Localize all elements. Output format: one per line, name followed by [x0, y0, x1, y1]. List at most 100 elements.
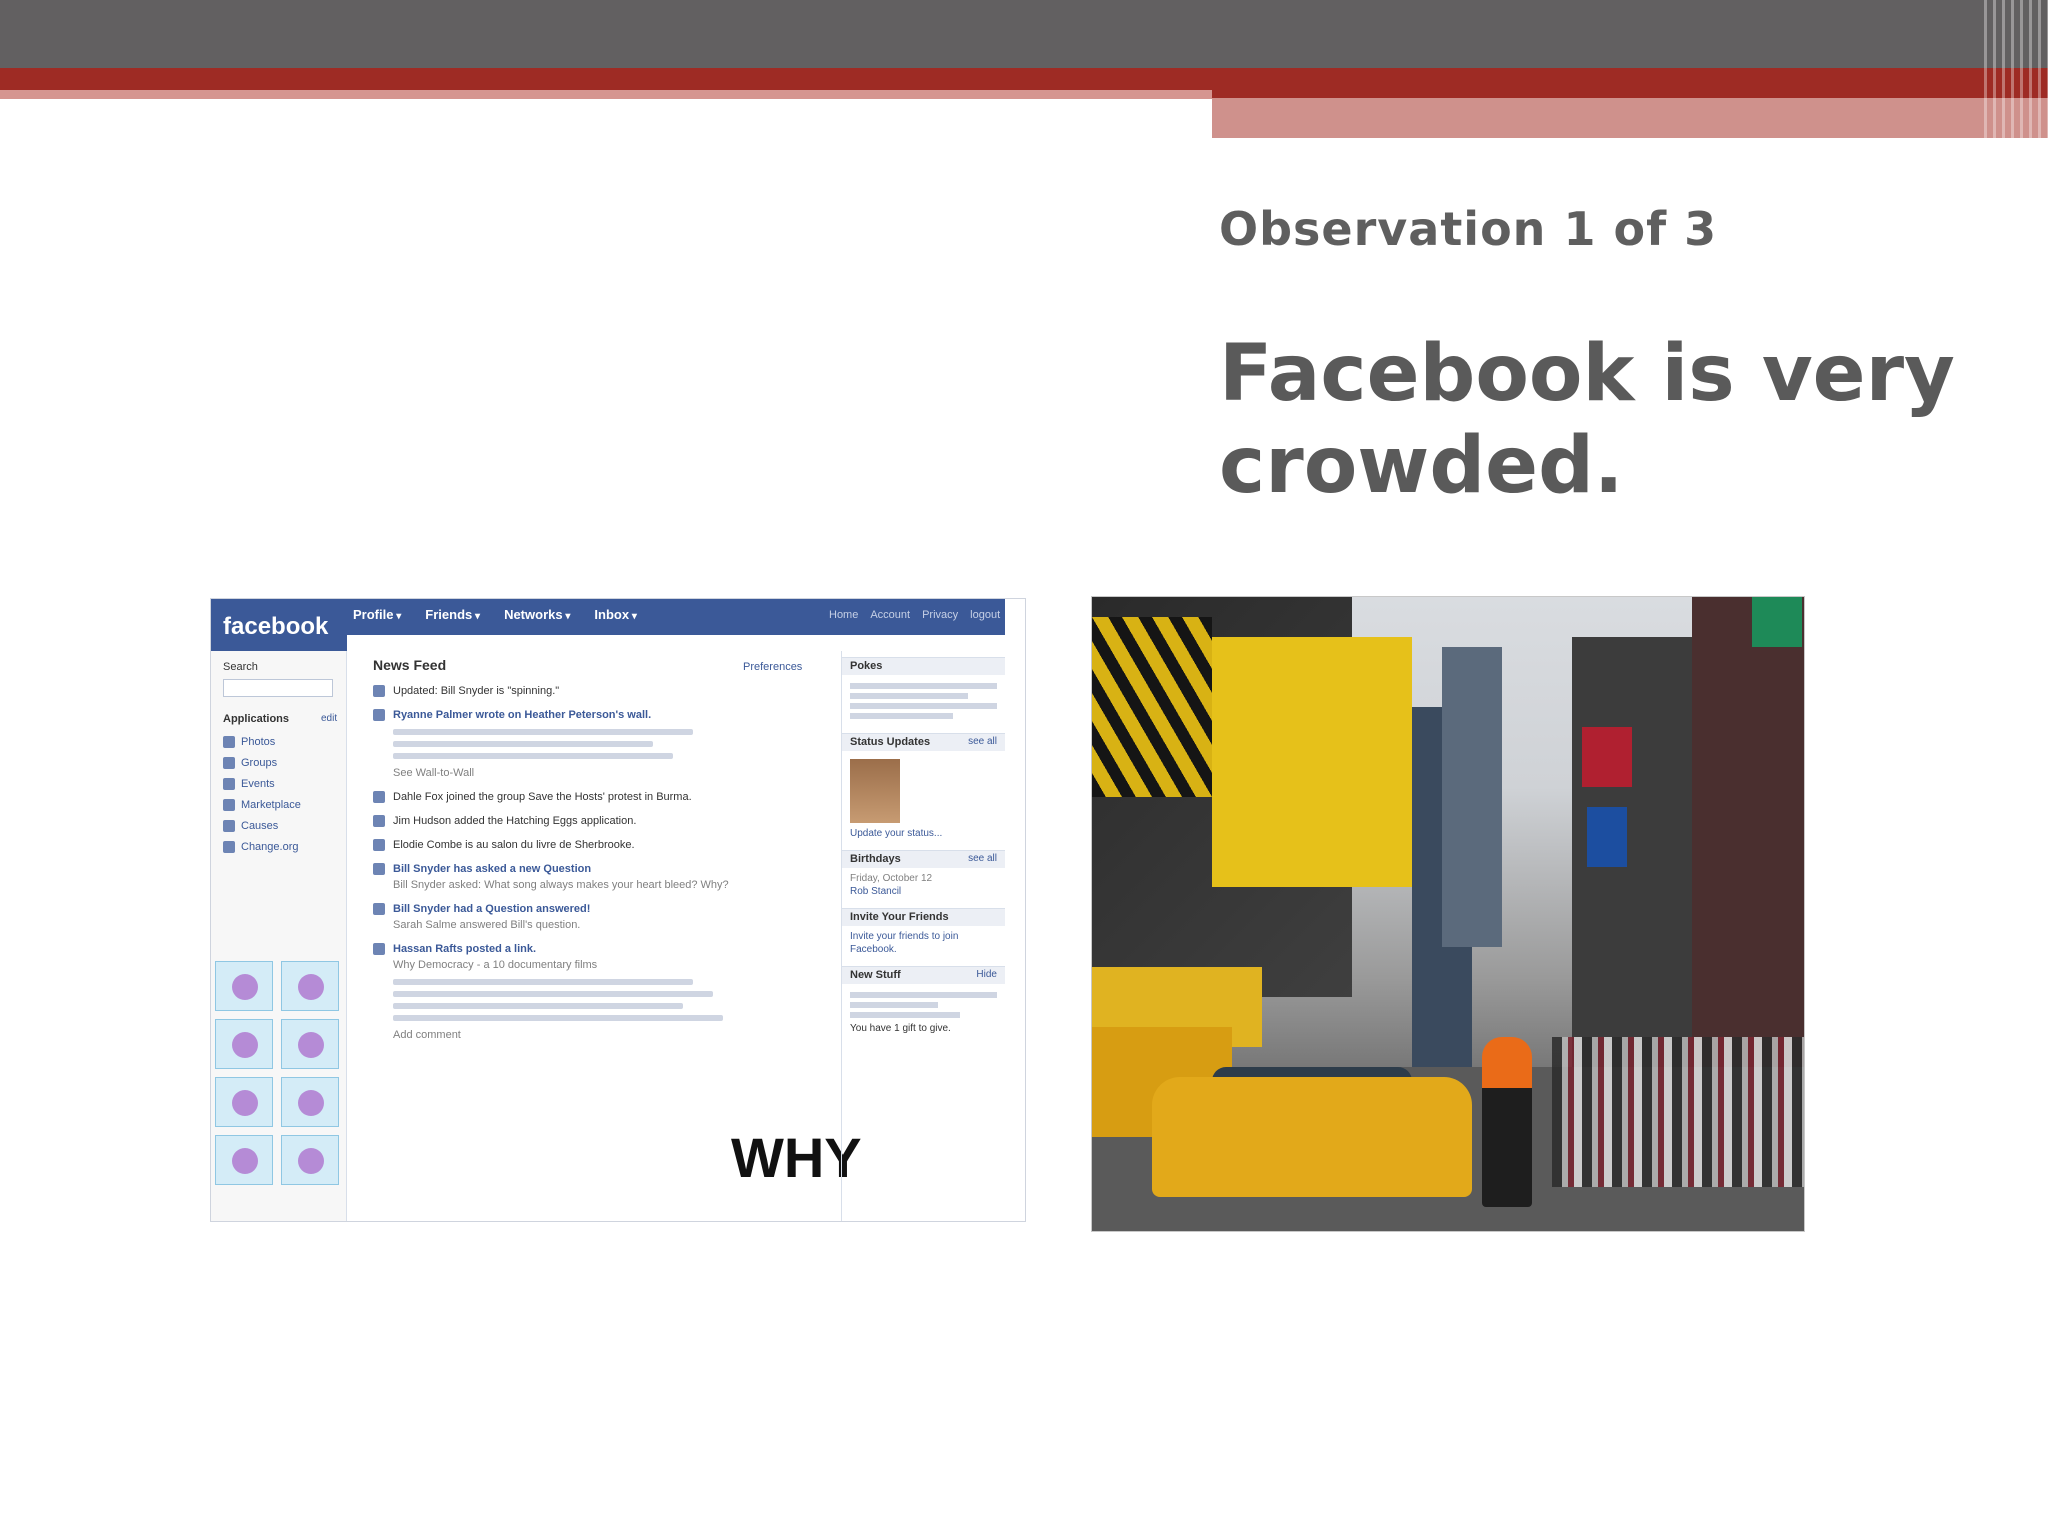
application-icon	[373, 815, 385, 827]
fb-app-item: Causes	[223, 815, 301, 836]
pokes-body	[842, 675, 1005, 727]
invite-label: Invite Your Friends	[850, 911, 949, 923]
fb-nav-inbox: Inbox	[594, 607, 636, 622]
feed-item-title: Bill Snyder has asked a new Question	[393, 863, 592, 875]
status-updates-body: Update your status...	[842, 751, 1005, 844]
group-icon	[373, 791, 385, 803]
feed-item-title: Elodie Combe is au salon du livre de She…	[393, 839, 635, 851]
feed-item: Bill Snyder had a Question answered! Sara…	[373, 901, 813, 933]
invite-text: Invite your friends to join Facebook.	[850, 931, 959, 955]
status-updates-label: Status Updates	[850, 736, 931, 748]
fb-app-item: Groups	[223, 752, 301, 773]
fb-app-label: Causes	[241, 819, 279, 832]
causes-icon	[223, 819, 235, 832]
gift-tile	[215, 961, 273, 1011]
times-square-photo	[1091, 596, 1805, 1232]
crowd	[1552, 1037, 1804, 1187]
news-feed-title: News Feed	[373, 657, 447, 673]
link-icon	[373, 943, 385, 955]
see-all-link: see all	[968, 853, 997, 864]
fb-nav-profile: Profile	[353, 607, 401, 622]
fb-nav-networks: Networks	[504, 607, 570, 622]
feed-item-title: Ryanne Palmer wrote on Heather Peterson'…	[393, 709, 652, 721]
billboard-yellow	[1212, 637, 1412, 887]
feed-item: Jim Hudson added the Hatching Eggs appli…	[373, 813, 813, 829]
slide-headline: Facebook is very crowded.	[1219, 329, 1955, 511]
fb-app-item: Change.org	[223, 836, 301, 857]
gift-tile	[215, 1135, 273, 1185]
fb-sidebar: Search Applications edit Photos Groups E…	[211, 651, 347, 1221]
new-stuff-body: You have 1 gift to give.	[842, 984, 1005, 1039]
header-stripes	[1984, 0, 2048, 138]
birthdays-body: Friday, October 12 Rob Stancil	[842, 868, 1005, 902]
fb-app-label: Groups	[241, 756, 278, 769]
new-stuff-label: New Stuff	[850, 969, 901, 981]
feed-item: Elodie Combe is au salon du livre de She…	[373, 837, 813, 853]
update-status-link: Update your status...	[850, 828, 943, 839]
invite-header: Invite Your Friends	[842, 908, 1005, 926]
wall-post-icon	[373, 709, 385, 721]
status-icon	[373, 839, 385, 851]
birthdays-header: Birthdays see all	[842, 850, 1005, 868]
fb-search-label: Search	[223, 661, 258, 673]
fb-nav: Profile Friends Networks Inbox	[353, 607, 637, 622]
fb-link-privacy: Privacy	[922, 609, 959, 621]
feed-item-detail: Why Democracy - a 10 documentary films	[393, 959, 598, 971]
header-pink-block	[1212, 98, 2048, 138]
feed-item-title: Updated: Bill Snyder is "spinning."	[393, 685, 560, 697]
fb-apps-edit: edit	[321, 713, 338, 724]
feed-item: Updated: Bill Snyder is "spinning."	[373, 683, 813, 699]
feed-item-title: Bill Snyder had a Question answered!	[393, 903, 591, 915]
fb-gift-tiles	[215, 961, 343, 1185]
profile-photo	[850, 759, 900, 823]
fb-link-account: Account	[870, 609, 911, 621]
feed-item-title: Dahle Fox joined the group Save the Host…	[393, 791, 692, 803]
fb-app-item: Marketplace	[223, 794, 301, 815]
traffic-officer	[1482, 1037, 1532, 1207]
header-grey-bar	[0, 0, 2048, 68]
gift-tile	[215, 1077, 273, 1127]
hide-link: Hide	[976, 969, 997, 980]
feed-item-detail: See Wall-to-Wall	[393, 767, 475, 779]
add-comment-link: Add comment	[393, 1029, 461, 1041]
status-icon	[373, 685, 385, 697]
see-all-link: see all	[968, 736, 997, 747]
birthday-name: Rob Stancil	[850, 886, 902, 897]
feed-list: Updated: Bill Snyder is "spinning." Ryan…	[373, 683, 813, 1051]
feed-item-detail: Sarah Salme answered Bill's question.	[393, 919, 581, 931]
billboard-blue	[1587, 807, 1627, 867]
pokes-label: Pokes	[850, 660, 883, 672]
fb-search-input	[223, 679, 333, 697]
gift-tile	[281, 961, 339, 1011]
change-org-icon	[223, 840, 235, 853]
feed-item: Ryanne Palmer wrote on Heather Peterson'…	[373, 707, 813, 781]
question-icon	[373, 903, 385, 915]
feed-item: Dahle Fox joined the group Save the Host…	[373, 789, 813, 805]
gift-tile	[281, 1135, 339, 1185]
birthdays-label: Birthdays	[850, 853, 901, 865]
fb-logo: facebook	[211, 599, 347, 651]
fb-top-links: Home Account Privacy logout	[829, 609, 1000, 621]
billboard-striped	[1092, 617, 1212, 797]
fb-app-item: Events	[223, 773, 301, 794]
invite-body: Invite your friends to join Facebook.	[842, 926, 1005, 960]
birthday-date: Friday, October 12	[850, 873, 933, 884]
pokes-header: Pokes	[842, 657, 1005, 675]
events-icon	[223, 777, 235, 790]
fb-app-label: Events	[241, 777, 275, 790]
gift-tile	[281, 1077, 339, 1127]
fb-app-label: Photos	[241, 735, 276, 748]
fb-apps-label: Applications	[223, 713, 290, 725]
fb-link-logout: logout	[970, 609, 1001, 621]
question-icon	[373, 863, 385, 875]
preferences-link: Preferences	[743, 661, 803, 673]
yellow-taxi	[1152, 1077, 1472, 1197]
marketplace-icon	[223, 798, 235, 811]
feed-item: Bill Snyder has asked a new Question Bill…	[373, 861, 813, 893]
gift-tile	[281, 1019, 339, 1069]
billboard-green	[1752, 597, 1802, 647]
fb-app-item: Photos	[223, 731, 301, 752]
new-stuff-header: New Stuff Hide	[842, 966, 1005, 984]
feed-item-detail: Bill Snyder asked: What song always make…	[393, 879, 729, 891]
status-updates-header: Status Updates see all	[842, 733, 1005, 751]
